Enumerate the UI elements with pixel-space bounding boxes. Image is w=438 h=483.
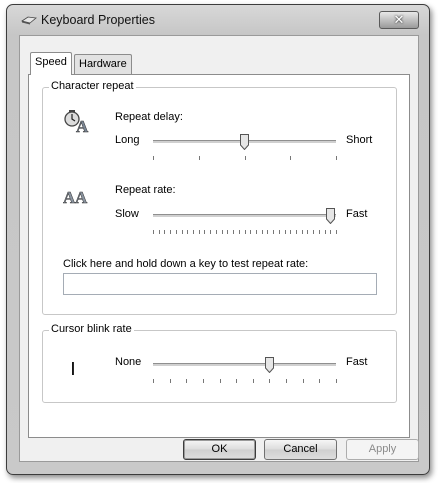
clock-letter-icon: A bbox=[64, 110, 89, 134]
slider-tick bbox=[164, 230, 165, 234]
slider-tick bbox=[220, 379, 221, 383]
svg-text:A: A bbox=[75, 188, 88, 207]
slider-tick bbox=[336, 379, 337, 383]
repeat-delay-max-label: Short bbox=[346, 134, 373, 146]
tab-hardware[interactable]: Hardware bbox=[74, 54, 132, 74]
window-title: Keyboard Properties bbox=[41, 13, 155, 27]
slider-tick bbox=[193, 230, 194, 234]
slider-tick bbox=[250, 230, 251, 234]
character-repeat-group: Character repeat A Repeat delay: Long Sh… bbox=[42, 80, 397, 315]
slider-tick bbox=[336, 156, 337, 160]
slider-tick bbox=[187, 230, 188, 234]
ok-button[interactable]: OK bbox=[183, 439, 256, 460]
speed-tab-panel: Character repeat A Repeat delay: Long Sh… bbox=[28, 74, 410, 438]
slider-tick bbox=[319, 379, 320, 383]
cursor-blink-min-label: None bbox=[115, 356, 142, 368]
slider-tick bbox=[199, 230, 200, 234]
test-repeat-rate-input[interactable] bbox=[63, 273, 377, 295]
slider-tick bbox=[256, 230, 257, 234]
slider-tick bbox=[216, 230, 217, 234]
slider-tick bbox=[153, 156, 154, 160]
cursor-blink-slider-track[interactable] bbox=[153, 363, 336, 367]
slider-tick bbox=[203, 379, 204, 383]
repeat-rate-min-label: Slow bbox=[115, 208, 139, 220]
slider-tick bbox=[153, 230, 154, 234]
cancel-button[interactable]: Cancel bbox=[264, 439, 337, 460]
slider-tick bbox=[170, 379, 171, 383]
test-repeat-rate-label: Click here and hold down a key to test r… bbox=[63, 258, 309, 270]
slider-tick bbox=[159, 230, 160, 234]
cursor-blink-slider-thumb[interactable] bbox=[265, 357, 274, 373]
slider-tick bbox=[186, 379, 187, 383]
slider-tick bbox=[245, 156, 246, 160]
slider-tick bbox=[330, 230, 331, 234]
slider-tick bbox=[227, 230, 228, 234]
repeat-delay-min-label: Long bbox=[115, 134, 140, 146]
slider-tick bbox=[286, 379, 287, 383]
apply-button[interactable]: Apply bbox=[346, 439, 419, 460]
repeat-rate-label: Repeat rate: bbox=[115, 184, 176, 196]
keyboard-icon bbox=[21, 16, 37, 25]
slider-tick bbox=[313, 230, 314, 234]
cursor-blink-ticks bbox=[153, 379, 337, 384]
double-letter-icon: A A bbox=[63, 188, 88, 207]
slider-tick bbox=[290, 156, 291, 160]
slider-tick bbox=[239, 230, 240, 234]
repeat-delay-label: Repeat delay: bbox=[115, 111, 183, 123]
svg-text:A: A bbox=[76, 117, 89, 134]
cursor-blink-max-label: Fast bbox=[346, 356, 368, 368]
keyboard-properties-window: Keyboard Properties ✕ Speed Hardware Cha… bbox=[6, 4, 430, 475]
slider-tick bbox=[279, 230, 280, 234]
dialog-client-area: Speed Hardware Character repeat A Repeat… bbox=[19, 35, 419, 462]
slider-tick bbox=[319, 230, 320, 234]
slider-tick bbox=[222, 230, 223, 234]
slider-tick bbox=[199, 156, 200, 160]
slider-tick bbox=[307, 230, 308, 234]
slider-tick bbox=[233, 230, 234, 234]
slider-tick bbox=[170, 230, 171, 234]
slider-tick bbox=[303, 379, 304, 383]
close-button[interactable]: ✕ bbox=[379, 11, 419, 29]
slider-tick bbox=[153, 379, 154, 383]
repeat-delay-slider-thumb[interactable] bbox=[240, 134, 249, 150]
slider-tick bbox=[262, 230, 263, 234]
repeat-rate-max-label: Fast bbox=[346, 208, 368, 220]
repeat-rate-slider-track[interactable] bbox=[153, 214, 336, 218]
repeat-rate-slider-thumb[interactable] bbox=[326, 208, 335, 224]
slider-tick bbox=[302, 230, 303, 234]
slider-tick bbox=[336, 230, 337, 234]
slider-tick bbox=[267, 230, 268, 234]
slider-tick bbox=[325, 230, 326, 234]
slider-tick bbox=[285, 230, 286, 234]
slider-tick bbox=[236, 379, 237, 383]
cursor-preview: | bbox=[71, 359, 75, 375]
slider-tick bbox=[204, 230, 205, 234]
slider-tick bbox=[269, 379, 270, 383]
slider-tick bbox=[273, 230, 274, 234]
character-repeat-title: Character repeat bbox=[49, 80, 136, 92]
slider-tick bbox=[210, 230, 211, 234]
cursor-blink-rate-title: Cursor blink rate bbox=[49, 323, 134, 335]
slider-tick bbox=[253, 379, 254, 383]
repeat-delay-ticks bbox=[153, 156, 337, 161]
tab-speed[interactable]: Speed bbox=[30, 52, 72, 75]
slider-tick bbox=[296, 230, 297, 234]
slider-tick bbox=[290, 230, 291, 234]
repeat-rate-ticks bbox=[153, 230, 337, 235]
slider-tick bbox=[245, 230, 246, 234]
slider-tick bbox=[176, 230, 177, 234]
slider-tick bbox=[182, 230, 183, 234]
cursor-blink-rate-group: Cursor blink rate | None Fast bbox=[42, 323, 397, 403]
